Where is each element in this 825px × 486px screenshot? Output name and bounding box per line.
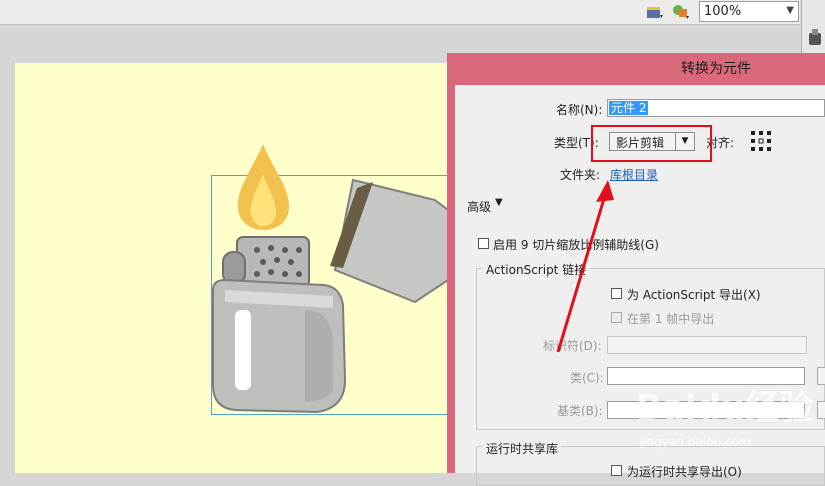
- dialog-title: 转换为元件: [681, 61, 751, 77]
- tool-icon[interactable]: [807, 27, 823, 47]
- runtime-export-checkbox[interactable]: [611, 465, 622, 476]
- guides-checkbox[interactable]: [478, 238, 489, 249]
- watermark-url: jingyan.baidu.com: [640, 435, 751, 449]
- name-value: 元件 2: [609, 101, 649, 115]
- runtime-export-label: 为运行时共享导出(O): [627, 465, 742, 479]
- class-edit-button[interactable]: [817, 367, 825, 385]
- symbol-icon[interactable]: [672, 3, 690, 21]
- registration-grid-icon[interactable]: [750, 130, 772, 152]
- chevron-down-icon: ▼: [786, 5, 794, 16]
- triangle-down-icon[interactable]: ▼: [495, 197, 503, 208]
- base-class-label: 基类(B):: [557, 404, 603, 418]
- top-toolbar: 100% ▼: [0, 0, 800, 25]
- runtime-sharing-group-label: 运行时共享库: [483, 440, 562, 457]
- class-label: 类(C):: [570, 371, 604, 385]
- export-actionscript-label: 为 ActionScript 导出(X): [627, 288, 761, 302]
- advanced-toggle[interactable]: 高级: [467, 198, 491, 215]
- zoom-value: 100%: [704, 4, 742, 19]
- highlight-box: [591, 125, 712, 162]
- name-label: 名称(N):: [556, 103, 603, 117]
- lighter-illustration[interactable]: [205, 140, 448, 420]
- panel-strip: [801, 0, 825, 56]
- zoom-select[interactable]: 100% ▼: [699, 1, 799, 22]
- watermark-logo-text: Baidu经验: [636, 388, 814, 428]
- baidu-watermark: Baidu经验 jingyan.baidu.com: [636, 380, 816, 460]
- export-first-frame-label: 在第 1 帧中导出: [627, 312, 715, 326]
- scene-icon[interactable]: [646, 3, 664, 21]
- identifier-input[interactable]: [607, 336, 807, 354]
- base-class-edit-button[interactable]: [817, 401, 825, 419]
- annotation-arrow: [556, 180, 614, 353]
- name-input[interactable]: 元件 2: [607, 99, 825, 117]
